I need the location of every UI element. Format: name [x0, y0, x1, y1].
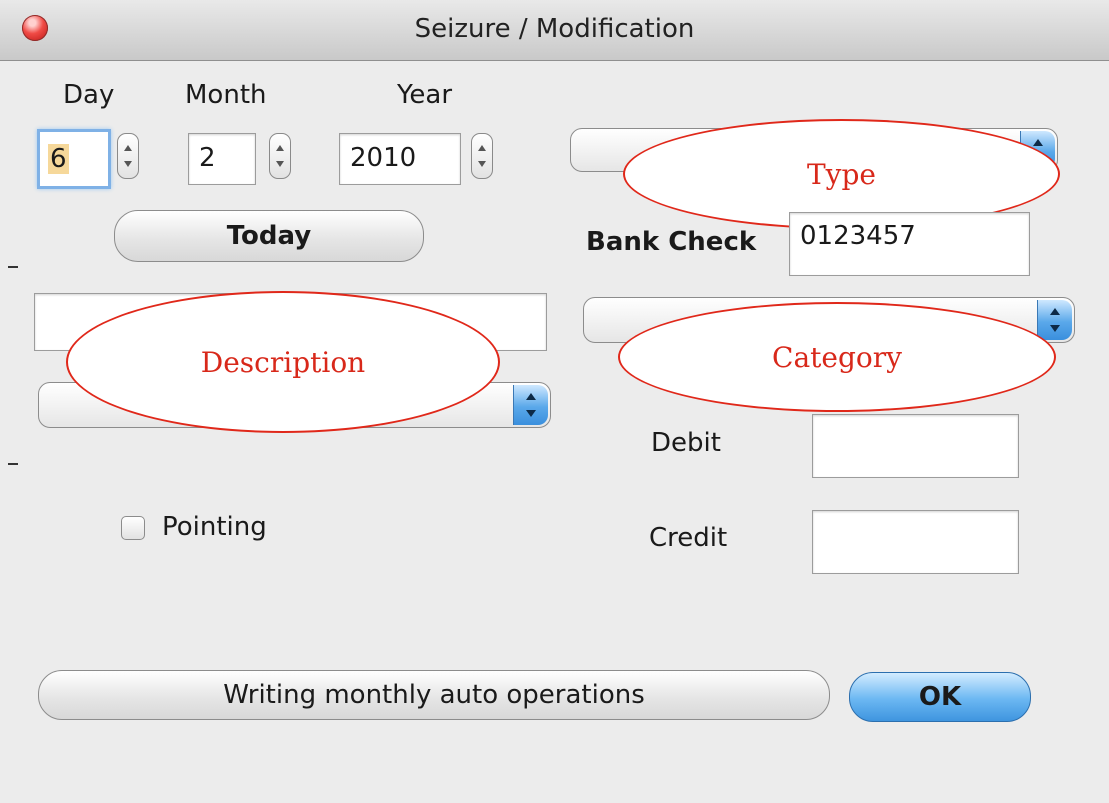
- credit-label: Credit: [649, 523, 728, 553]
- day-stepper[interactable]: [117, 133, 139, 179]
- debit-label: Debit: [651, 428, 721, 458]
- day-field[interactable]: 6: [37, 129, 111, 189]
- credit-field[interactable]: [812, 510, 1019, 574]
- month-stepper-down-icon[interactable]: [276, 161, 284, 167]
- month-stepper[interactable]: [269, 133, 291, 179]
- bank-check-field[interactable]: 0123457: [789, 212, 1030, 276]
- category-annotation: Category: [618, 302, 1056, 412]
- debit-field[interactable]: [812, 414, 1019, 478]
- day-stepper-up-icon[interactable]: [124, 145, 132, 151]
- month-field[interactable]: 2: [188, 133, 256, 185]
- auto-operations-button[interactable]: Writing monthly auto operations: [38, 670, 830, 720]
- day-value: 6: [48, 144, 69, 174]
- day-label: Day: [63, 80, 115, 110]
- year-stepper-up-icon[interactable]: [478, 145, 486, 151]
- divider-tick: [8, 266, 18, 268]
- title-bar: Seizure / Modification: [0, 0, 1109, 61]
- ok-button[interactable]: OK: [849, 672, 1031, 722]
- divider-tick: [8, 463, 18, 465]
- description-annotation: Description: [66, 291, 500, 433]
- year-field[interactable]: 2010: [339, 133, 461, 185]
- day-stepper-down-icon[interactable]: [124, 161, 132, 167]
- year-stepper-down-icon[interactable]: [478, 161, 486, 167]
- window-title: Seizure / Modification: [414, 14, 695, 44]
- year-stepper[interactable]: [471, 133, 493, 179]
- pointing-label: Pointing: [162, 512, 267, 542]
- chevron-updown-icon: [513, 385, 548, 425]
- today-button[interactable]: Today: [114, 210, 424, 262]
- year-label: Year: [397, 80, 453, 110]
- month-value: 2: [199, 143, 216, 173]
- pointing-checkbox[interactable]: [121, 516, 145, 540]
- month-stepper-up-icon[interactable]: [276, 145, 284, 151]
- bank-check-value: 0123457: [800, 221, 916, 251]
- bank-check-label: Bank Check: [586, 227, 757, 257]
- year-value: 2010: [350, 143, 417, 173]
- chevron-updown-icon: [1037, 300, 1072, 340]
- month-label: Month: [185, 80, 267, 110]
